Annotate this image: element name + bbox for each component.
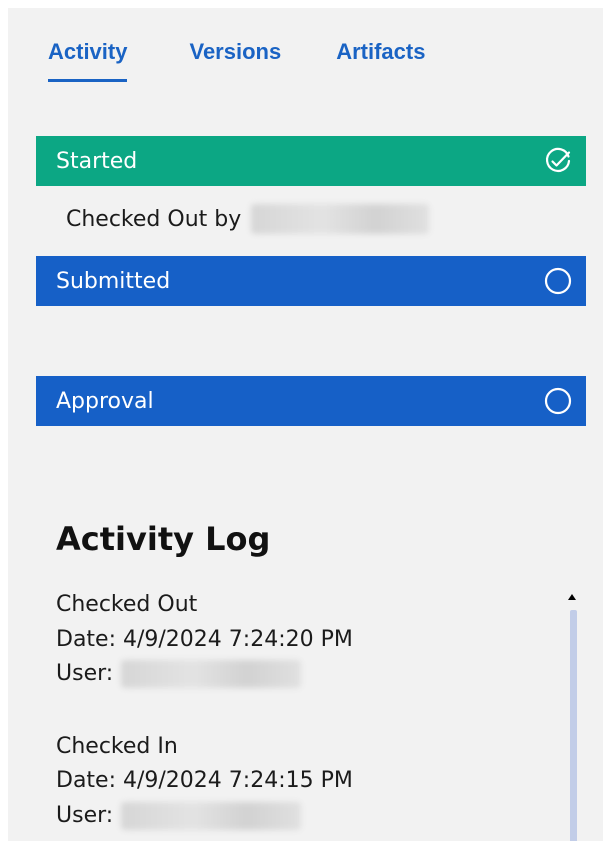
redacted-user-name (251, 204, 430, 234)
log-date: Date: 4/9/2024 7:24:20 PM (56, 626, 353, 652)
activity-log-list: Checked Out Date: 4/9/2024 7:24:20 PM Us… (56, 588, 556, 841)
log-date: Date: 4/9/2024 7:24:15 PM (56, 768, 353, 793)
stage-started-detail: Checked Out by (66, 204, 430, 234)
scroll-thumb[interactable] (570, 610, 577, 841)
log-scrollbar[interactable] (563, 586, 585, 841)
empty-circle-icon (544, 387, 572, 415)
activity-panel: Activity Versions Artifacts Started Chec… (8, 8, 603, 841)
stage-submitted[interactable]: Submitted (36, 256, 586, 306)
checked-out-by-label: Checked Out by (66, 206, 242, 232)
stage-approval[interactable]: Approval (36, 376, 586, 426)
log-user-label: User: (56, 802, 114, 828)
activity-log-title: Activity Log (56, 520, 271, 558)
empty-circle-icon (544, 267, 572, 295)
log-user: User: (56, 657, 556, 692)
scroll-up-arrow-icon[interactable] (568, 594, 576, 600)
list-item: Checked In Date: 4/9/2024 7:24:15 PM Use… (56, 730, 556, 834)
log-action: Checked Out (56, 592, 198, 617)
log-user: User: (56, 799, 556, 834)
stage-started[interactable]: Started (36, 136, 586, 186)
tab-bar: Activity Versions Artifacts (48, 38, 425, 90)
log-user-label: User: (56, 661, 114, 686)
redacted-user-name (121, 660, 302, 689)
stage-approval-label: Approval (56, 388, 154, 414)
stage-submitted-label: Submitted (56, 268, 171, 294)
tab-versions[interactable]: Versions (189, 38, 281, 82)
tab-artifacts[interactable]: Artifacts (336, 38, 425, 82)
check-circle-icon (546, 147, 571, 173)
stage-started-label: Started (56, 148, 138, 174)
list-item: Checked Out Date: 4/9/2024 7:24:20 PM Us… (56, 588, 556, 692)
log-action: Checked In (56, 733, 178, 759)
redacted-user-name (121, 801, 302, 830)
tab-activity[interactable]: Activity (48, 38, 128, 82)
